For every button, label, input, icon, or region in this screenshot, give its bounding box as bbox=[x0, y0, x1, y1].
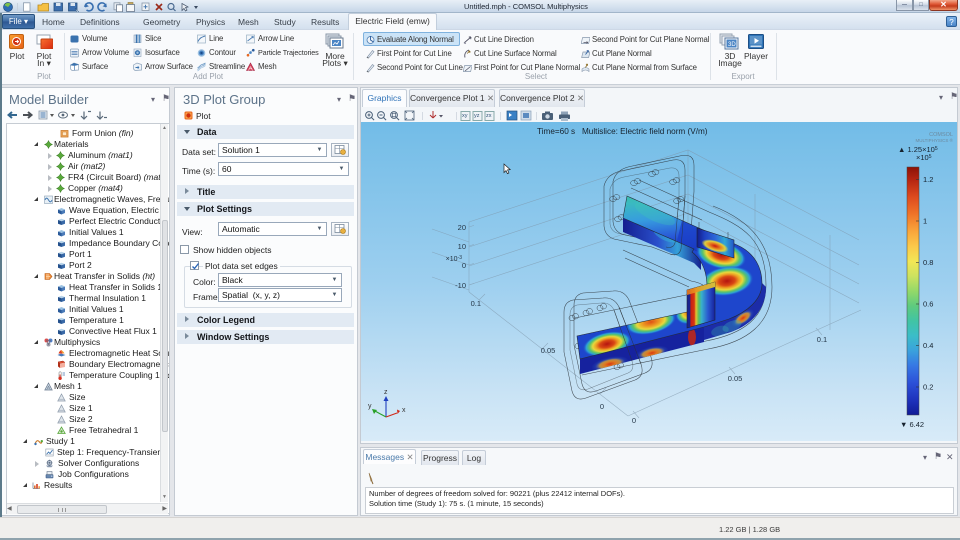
svg-text:0.1: 0.1 bbox=[817, 335, 827, 344]
svg-text:-10: -10 bbox=[455, 281, 466, 290]
svg-text:1: 1 bbox=[923, 217, 927, 226]
svg-text:yz: yz bbox=[474, 113, 480, 119]
svg-text:20: 20 bbox=[458, 223, 466, 232]
svg-text:0.8: 0.8 bbox=[923, 258, 933, 267]
svg-text:0: 0 bbox=[600, 402, 604, 411]
svg-text:0.05: 0.05 bbox=[728, 374, 743, 383]
svg-text:zx: zx bbox=[486, 113, 492, 119]
svg-text:xy: xy bbox=[462, 113, 468, 119]
svg-text:y: y bbox=[368, 403, 372, 410]
svg-text:0.6: 0.6 bbox=[923, 300, 933, 309]
svg-text:Time=60 s Multislice: Electr: Time=60 s Multislice: Electric field nor… bbox=[537, 127, 708, 136]
svg-text:10: 10 bbox=[458, 242, 466, 251]
svg-text:0: 0 bbox=[462, 261, 466, 270]
svg-text:0.2: 0.2 bbox=[923, 383, 933, 392]
svg-text:0.1: 0.1 bbox=[471, 299, 481, 308]
svg-text:0: 0 bbox=[632, 416, 636, 425]
svg-text:3D: 3D bbox=[728, 42, 736, 48]
svg-text:1.2: 1.2 bbox=[923, 175, 933, 184]
svg-text:0.05: 0.05 bbox=[541, 346, 556, 355]
svg-text:▼ 6.42: ▼ 6.42 bbox=[900, 420, 924, 429]
svg-text:0.4: 0.4 bbox=[923, 341, 933, 350]
svg-text:MULTIPHYSICS ®: MULTIPHYSICS ® bbox=[916, 137, 954, 143]
svg-text:z: z bbox=[384, 389, 388, 396]
svg-text:x: x bbox=[402, 407, 406, 414]
